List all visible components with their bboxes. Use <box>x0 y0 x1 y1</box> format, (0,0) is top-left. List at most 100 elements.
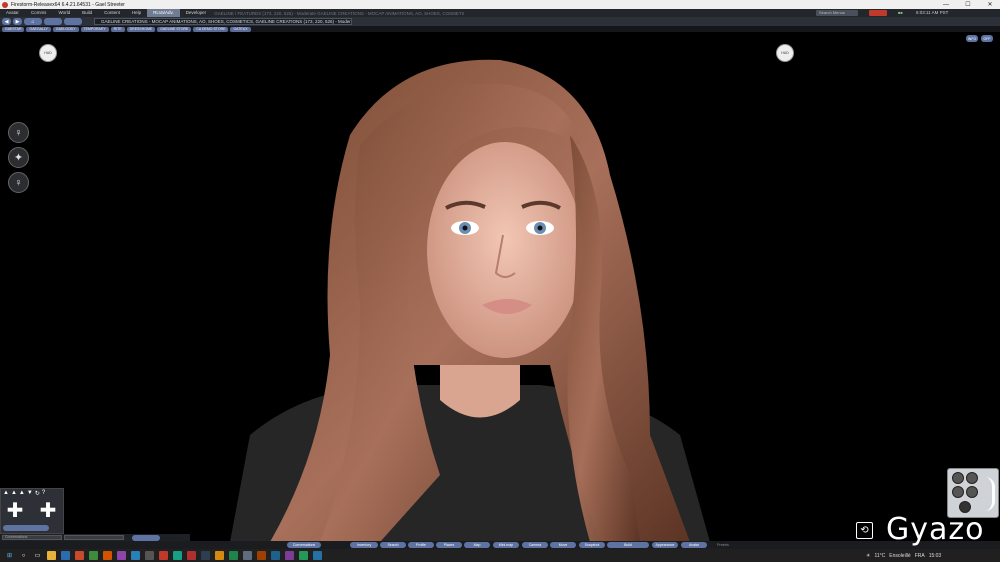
back-button[interactable]: ◀ <box>2 18 11 25</box>
app-icon[interactable] <box>131 551 140 560</box>
hud-slot[interactable] <box>952 472 964 484</box>
nav-pill-2[interactable] <box>64 18 82 25</box>
movement-controls: ▲ ▲ ▲ ▼ ↻ ? ✚ ✚ <box>0 488 64 534</box>
hud-off-button[interactable]: OFF <box>981 35 993 42</box>
hud-slot[interactable] <box>966 486 978 498</box>
camera-dpad[interactable]: ✚ <box>37 500 59 522</box>
window-title: Firestorm-Releasex64 6.4.21.64531 - Gael… <box>11 1 125 8</box>
chat-tab[interactable] <box>132 534 160 541</box>
menu-rlva[interactable]: RLVa/Adv. <box>147 9 180 17</box>
location-bar[interactable]: GAELINE CREATIONS - MOCAP ANIMATIONS, AO… <box>94 18 352 25</box>
favorite-item[interactable]: CA DEMO STORE <box>193 26 229 32</box>
taskbar-clock[interactable]: 15:03 <box>929 553 942 559</box>
toolbar-button[interactable]: Appearance <box>652 542 678 548</box>
left-hud-button[interactable]: HUD <box>39 44 57 62</box>
favorite-item[interactable]: GAEGALLY <box>26 26 51 32</box>
app-icon[interactable] <box>117 551 126 560</box>
maximize-button[interactable]: ☐ <box>959 0 977 9</box>
toolbar-button[interactable]: Conversations <box>287 542 321 548</box>
favorite-item[interactable]: TEMPORARY <box>80 26 109 32</box>
app-icon[interactable] <box>145 551 154 560</box>
menu-world[interactable]: World <box>52 9 76 17</box>
toolbar-button[interactable]: Mini-map <box>493 542 519 548</box>
favorite-item[interactable]: GAELGODY <box>52 26 79 32</box>
chat-bar: Conversations <box>0 534 190 541</box>
app-icon[interactable] <box>229 551 238 560</box>
right-hud-button[interactable]: HUD <box>776 44 794 62</box>
chat-input[interactable]: Conversations <box>2 535 62 540</box>
move-down-icon[interactable]: ▼ <box>27 490 33 497</box>
lang-indicator[interactable]: FRA <box>915 553 925 559</box>
rotate-icon[interactable]: ↻ <box>35 490 40 497</box>
hud-arrow-icon[interactable] <box>983 477 995 511</box>
move-up-icon[interactable]: ▲ <box>3 490 9 497</box>
app-icon[interactable] <box>271 551 280 560</box>
toolbar-button[interactable]: Build <box>607 542 649 548</box>
move-dpad[interactable]: ✚ <box>4 500 26 522</box>
hud-slot[interactable] <box>966 472 978 484</box>
app-icon[interactable] <box>173 551 182 560</box>
nav-pill-1[interactable] <box>44 18 62 25</box>
toolbar-button[interactable]: Profile <box>408 542 434 548</box>
search-icon[interactable]: ○ <box>19 551 28 560</box>
move-up-icon[interactable]: ▲ <box>11 490 17 497</box>
menu-developer[interactable]: Developer <box>180 9 213 17</box>
region-info: GAELINE / FEATURES (173, 220, 526) - Mod… <box>214 10 464 16</box>
fly-button[interactable] <box>3 525 49 531</box>
windows-start-icon[interactable]: ⊞ <box>5 551 14 560</box>
toolbar-button[interactable]: Presets <box>710 542 736 548</box>
favorite-item[interactable]: DRESSHOME <box>126 26 156 32</box>
app-icon[interactable] <box>75 551 84 560</box>
app-icon[interactable] <box>159 551 168 560</box>
menu-content[interactable]: Content <box>98 9 126 17</box>
chat-input-2[interactable] <box>64 535 124 540</box>
task-view-icon[interactable]: ▭ <box>33 551 42 560</box>
home-button[interactable]: ⌂ <box>24 18 42 25</box>
weather-label: Ensoleillé <box>889 552 911 559</box>
fps-indicator: ■■ <box>898 10 903 15</box>
help-icon[interactable]: ? <box>42 490 45 497</box>
body-rotate-icon[interactable]: ✦ <box>8 147 29 168</box>
toolbar-button[interactable]: Search <box>380 542 406 548</box>
app-icon[interactable] <box>103 551 112 560</box>
move-up-icon[interactable]: ▲ <box>19 490 25 497</box>
toolbar-button[interactable]: Move <box>550 542 576 548</box>
hud-info-button[interactable]: INFO <box>966 35 978 42</box>
app-icon[interactable] <box>243 551 252 560</box>
app-icon[interactable] <box>299 551 308 560</box>
weather-icon: ☀ <box>866 552 871 559</box>
app-icon[interactable] <box>285 551 294 560</box>
menu-comms[interactable]: Comms <box>25 9 53 17</box>
minimize-button[interactable]: — <box>937 0 955 9</box>
toolbar-button[interactable]: Snapshot <box>579 542 605 548</box>
favorite-item[interactable]: GATEUX <box>230 26 251 32</box>
close-button[interactable]: ✕ <box>981 0 999 9</box>
weather-temp: 11°C <box>874 552 886 559</box>
avatar-hud[interactable] <box>947 468 999 518</box>
toolbar-button[interactable]: Map <box>464 542 490 548</box>
toolbar-button[interactable]: Avatar <box>681 542 707 548</box>
app-icon[interactable] <box>89 551 98 560</box>
hud-slot[interactable] <box>952 486 964 498</box>
menu-avatar[interactable]: Avatar <box>0 9 25 17</box>
body-skeleton-icon[interactable]: ♀ <box>8 172 29 193</box>
toolbar-button[interactable]: Camera <box>522 542 548 548</box>
favorite-item[interactable]: GAELINE STORE <box>157 26 192 32</box>
menu-build[interactable]: Build <box>76 9 98 17</box>
menu-search-input[interactable]: Search Menus <box>816 10 858 16</box>
app-icon[interactable] <box>201 551 210 560</box>
app-icon[interactable] <box>215 551 224 560</box>
app-icon[interactable] <box>313 551 322 560</box>
favorite-item[interactable]: RITE <box>110 26 125 32</box>
app-icon[interactable] <box>187 551 196 560</box>
app-icon[interactable] <box>61 551 70 560</box>
app-icon[interactable] <box>257 551 266 560</box>
forward-button[interactable]: ▶ <box>13 18 22 25</box>
file-explorer-icon[interactable] <box>47 551 56 560</box>
toolbar-button[interactable]: Inventory <box>350 542 378 548</box>
balance-badge[interactable] <box>869 10 887 16</box>
body-front-icon[interactable]: ♀ <box>8 122 29 143</box>
favorite-item[interactable]: GAESTAR <box>2 26 25 32</box>
toolbar-button[interactable]: Places <box>436 542 462 548</box>
menu-help[interactable]: Help <box>126 9 147 17</box>
